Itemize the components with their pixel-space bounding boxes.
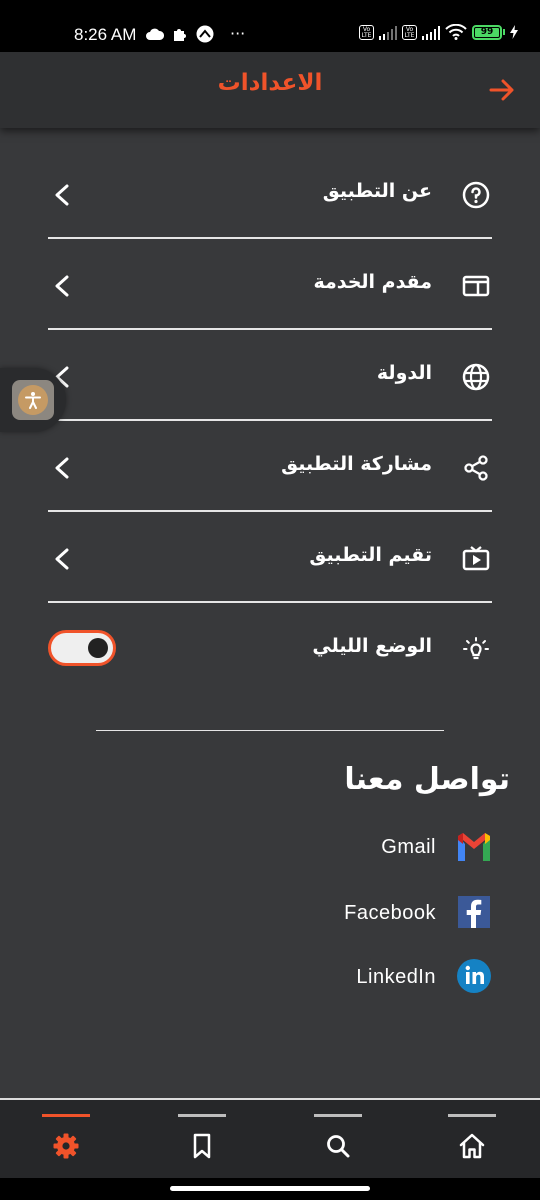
page-title: الاعدادات [217, 70, 323, 96]
settings-item-provider[interactable]: مقدم الخدمة [0, 241, 540, 331]
chevron-left-icon [55, 184, 69, 206]
lightbulb-icon [463, 637, 489, 660]
contact-link-facebook[interactable]: Facebook [192, 894, 492, 934]
status-bar: 8:26 AM ··· Vo LTE Vo LTE 99 [0, 0, 540, 52]
contact-link-linkedin[interactable]: LinkedIn [192, 958, 492, 998]
puzzle-icon [174, 28, 186, 41]
share-icon [464, 455, 488, 481]
gesture-bar [0, 1178, 540, 1200]
contact-link-label: Facebook [344, 902, 436, 924]
volte-icon: Vo LTE [359, 24, 374, 40]
app-bar: الاعدادات [0, 52, 540, 128]
gmail-icon [458, 833, 490, 861]
settings-item-label: مقدم الخدمة [313, 271, 432, 293]
dark-mode-toggle[interactable] [48, 630, 116, 666]
bottom-nav [0, 1098, 540, 1178]
section-divider [96, 730, 444, 731]
facebook-icon [458, 896, 490, 928]
nav-indicator [314, 1114, 362, 1117]
nav-indicator [448, 1114, 496, 1117]
contact-link-gmail[interactable]: Gmail [192, 828, 492, 868]
app-notification-icon [196, 25, 214, 42]
video-play-icon [462, 546, 490, 571]
help-circle-icon [462, 181, 490, 209]
contact-link-label: Gmail [381, 836, 436, 858]
nav-item-bookmarks[interactable] [142, 1100, 262, 1180]
settings-item-label: الوضع الليلي [312, 635, 432, 657]
signal-icon-2 [422, 25, 440, 40]
nav-item-search[interactable] [278, 1100, 398, 1180]
settings-item-about[interactable]: عن التطبيق [0, 150, 540, 240]
charging-icon [510, 25, 518, 39]
settings-item-rate[interactable]: تقيم التطبيق [0, 514, 540, 604]
settings-item-label: الدولة [376, 362, 432, 384]
accessibility-button[interactable] [12, 380, 54, 420]
home-gesture-handle[interactable] [170, 1186, 370, 1191]
settings-item-share[interactable]: مشاركة التطبيق [0, 423, 540, 513]
battery-icon: 99 [472, 24, 505, 40]
settings-item-label: عن التطبيق [322, 180, 432, 202]
home-icon [459, 1133, 485, 1159]
accessibility-menu-tab[interactable] [0, 368, 66, 432]
arrow-right-icon[interactable] [486, 74, 518, 106]
chevron-left-icon [55, 548, 69, 570]
nav-item-settings[interactable] [6, 1100, 126, 1180]
contact-title: تواصل معنا [344, 762, 510, 797]
wifi-icon [445, 24, 467, 40]
divider [48, 237, 492, 239]
toggle-knob [88, 638, 108, 658]
divider [48, 328, 492, 330]
battery-level: 99 [475, 27, 499, 37]
divider [48, 419, 492, 421]
cloud-icon [146, 28, 164, 40]
volte-icon-2: Vo LTE [402, 24, 417, 40]
accessibility-icon [25, 392, 41, 409]
more-notifications-icon: ··· [230, 24, 246, 43]
nav-item-home[interactable] [412, 1100, 532, 1180]
nav-indicator [178, 1114, 226, 1117]
bookmark-icon [193, 1133, 211, 1159]
gear-icon [53, 1133, 79, 1159]
settings-item-label: مشاركة التطبيق [281, 453, 432, 475]
contact-link-label: LinkedIn [356, 966, 436, 988]
search-icon [327, 1135, 350, 1158]
globe-icon [462, 363, 490, 391]
divider [48, 510, 492, 512]
window-icon [462, 275, 490, 297]
settings-item-country[interactable]: الدولة [0, 332, 540, 422]
chevron-left-icon [55, 275, 69, 297]
signal-icon [379, 25, 397, 40]
divider [48, 601, 492, 603]
nav-active-indicator [42, 1114, 90, 1117]
settings-item-label: تقيم التطبيق [309, 544, 432, 566]
chevron-left-icon [55, 457, 69, 479]
linkedin-icon [457, 959, 491, 993]
status-time: 8:26 AM [74, 25, 137, 44]
